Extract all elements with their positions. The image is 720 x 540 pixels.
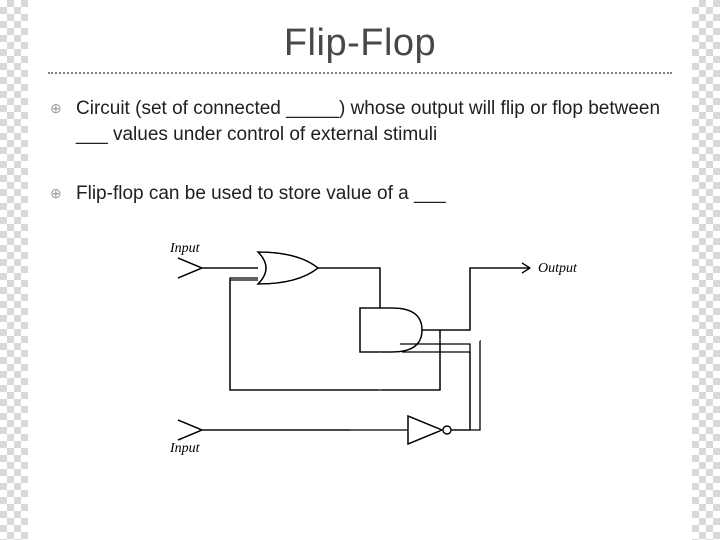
list-item: Circuit (set of connected _____) whose o… [50, 96, 676, 147]
slide-title: Flip-Flop [0, 22, 720, 65]
diagram-label-input-bottom: Input [170, 441, 201, 456]
bullet-list: Circuit (set of connected _____) whose o… [50, 96, 676, 241]
bullet-text: Flip-flop can be used to store value of … [76, 183, 446, 204]
diagram-label-input-top: Input [170, 241, 201, 256]
decorative-left-border [0, 0, 28, 540]
decorative-right-border [692, 0, 720, 540]
title-divider [48, 72, 672, 74]
diagram-label-output: Output [538, 261, 578, 276]
bullet-text: Circuit (set of connected _____) whose o… [76, 98, 660, 145]
list-item: Flip-flop can be used to store value of … [50, 181, 676, 207]
flip-flop-circuit-diagram: Input Output Input [170, 240, 590, 470]
